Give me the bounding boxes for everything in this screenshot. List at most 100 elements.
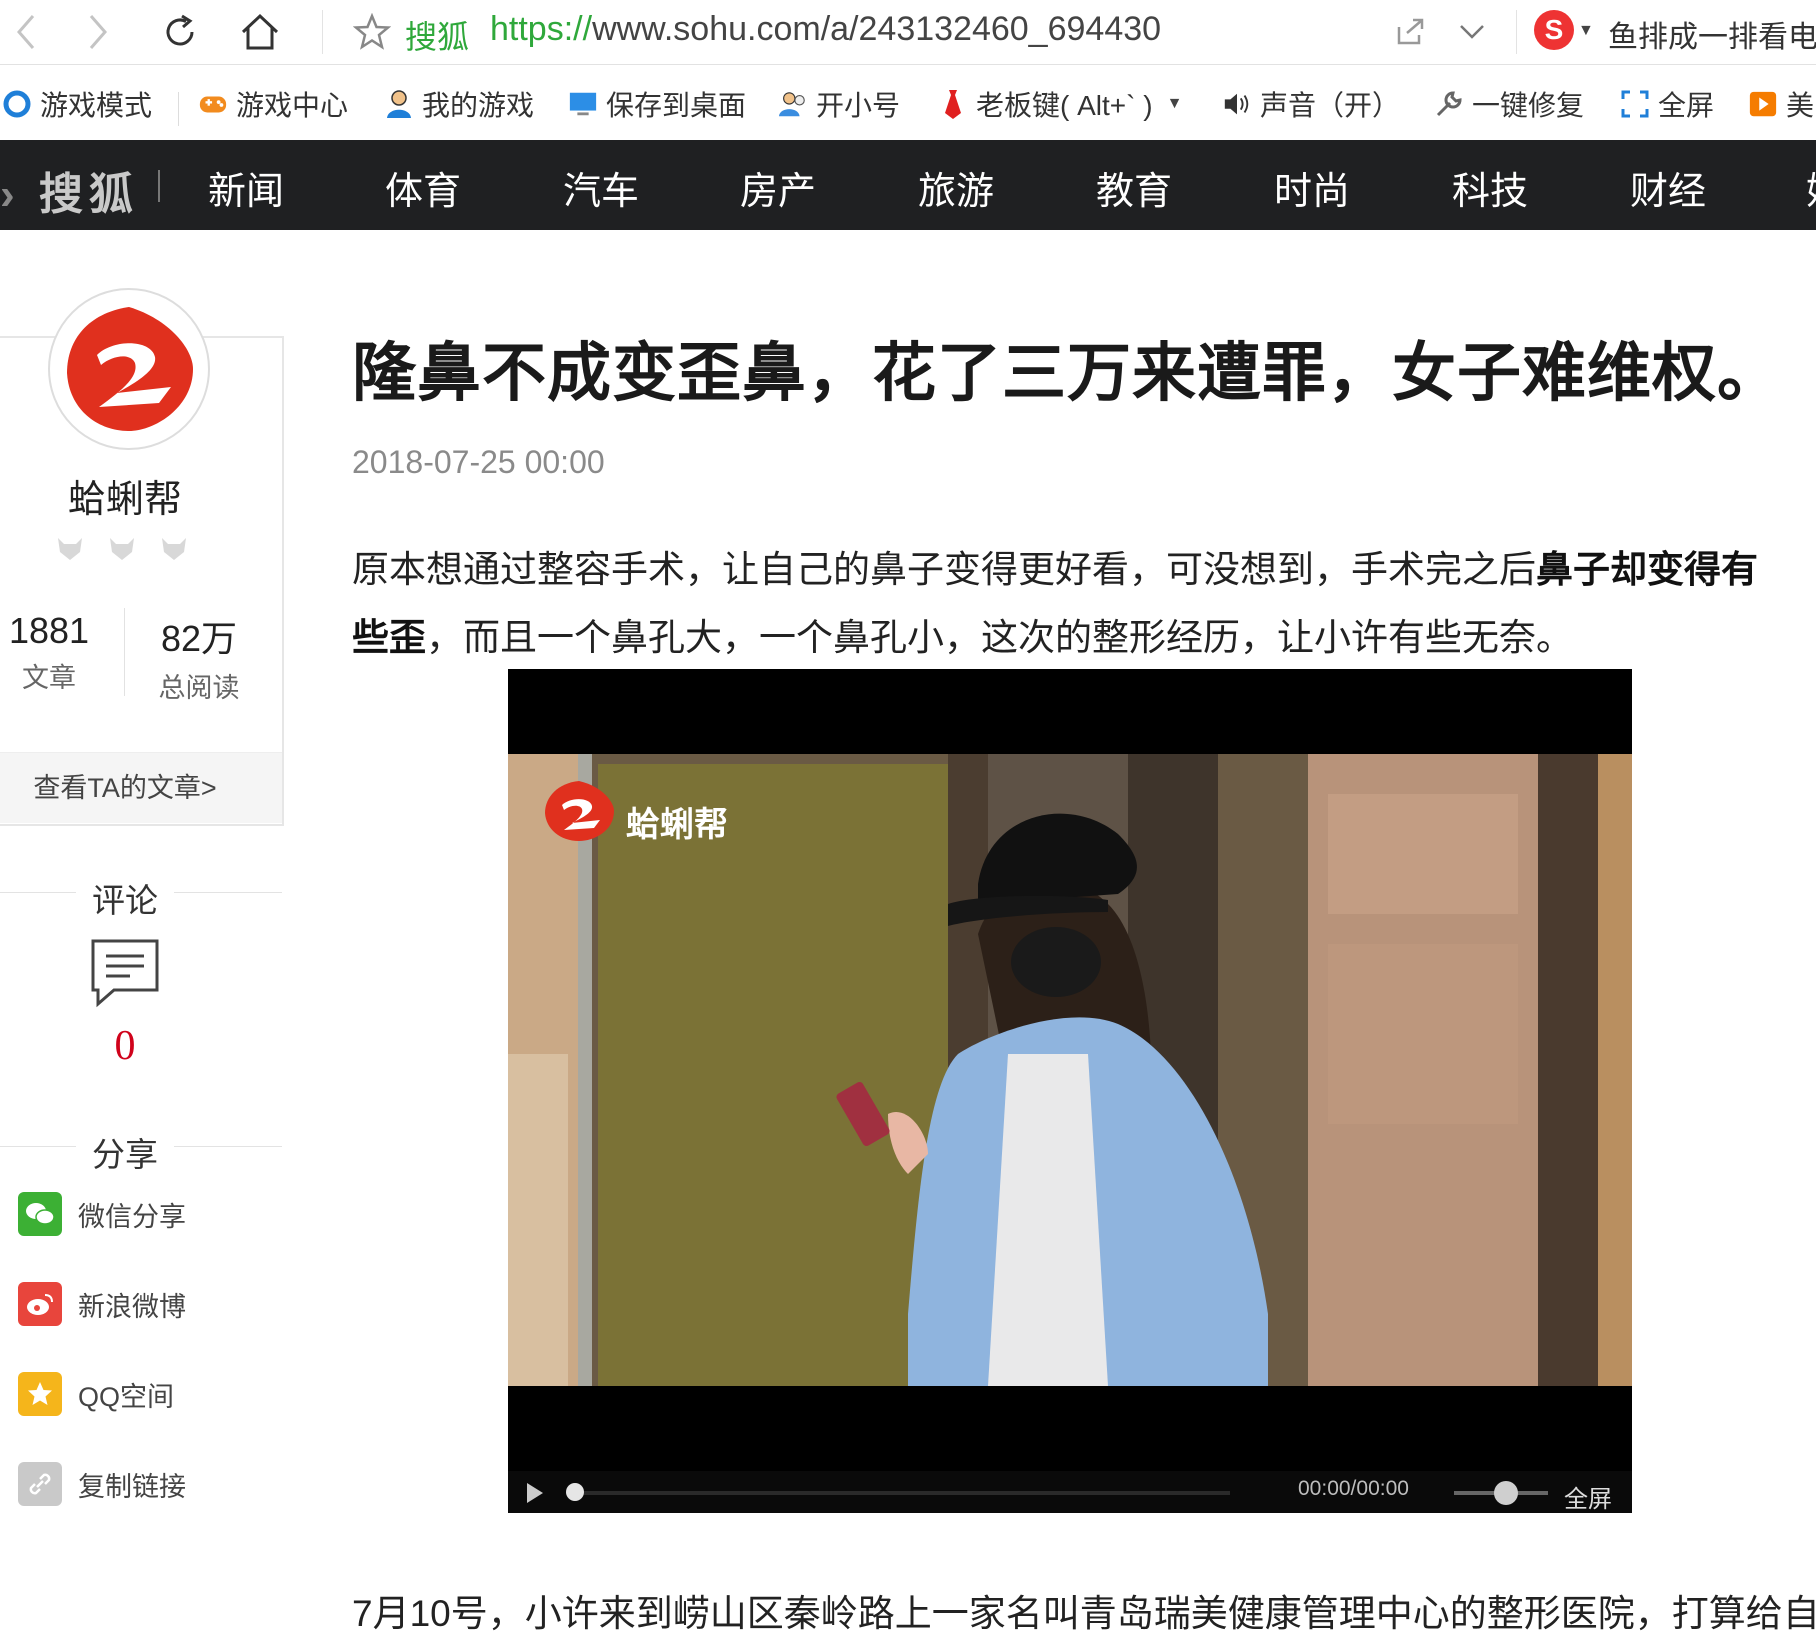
- bookmark-game-center[interactable]: 游戏中心: [198, 84, 348, 124]
- comment-icon[interactable]: [90, 938, 160, 1008]
- nav-fashion[interactable]: 时尚: [1274, 160, 1350, 215]
- article-paragraph-2: 7月10号，小许来到崂山区秦岭路上一家名叫青岛瑞美健康管理中心的整形医院，打算给…: [352, 1593, 1816, 1634]
- bookmark-more[interactable]: 美: [1748, 84, 1814, 124]
- geli-logo-icon: [67, 307, 193, 431]
- boss-key-caret-icon[interactable]: ▼: [1167, 95, 1183, 113]
- user-icon: [384, 89, 414, 119]
- bookmark-save-desktop[interactable]: 保存到桌面: [568, 84, 746, 124]
- dropdown-chevron-icon[interactable]: [1446, 6, 1498, 58]
- nav-auto[interactable]: 汽车: [563, 160, 639, 215]
- video-time: 00:00/00:00: [1298, 1477, 1409, 1500]
- link-icon: [18, 1462, 62, 1506]
- nav-education[interactable]: 教育: [1096, 160, 1172, 215]
- bookmarks-bar: 游戏模式 游戏中心 我的游戏 保存到桌面 开小号 老板键( Alt+` ) ▼ …: [0, 72, 1816, 138]
- nav-sports[interactable]: 体育: [385, 160, 461, 215]
- wrench-icon: [1434, 89, 1464, 119]
- stat-articles[interactable]: 1881 文章: [0, 610, 124, 695]
- video-frame: [508, 754, 1632, 1386]
- nav-tech[interactable]: 科技: [1452, 160, 1528, 215]
- toolbar-divider: [1516, 10, 1517, 54]
- reads-label: 总阅读: [158, 673, 240, 703]
- share-weibo[interactable]: 新浪微博: [18, 1282, 186, 1326]
- weibo-icon: [18, 1282, 62, 1326]
- bookmark-label: 美: [1786, 90, 1815, 121]
- bookmark-label: 一键修复: [1472, 90, 1585, 121]
- author-avatar[interactable]: [48, 288, 210, 450]
- video-watermark: 蛤蜊帮: [626, 806, 728, 844]
- nav-entertainment[interactable]: 娱: [1806, 160, 1816, 215]
- articles-count: 1881: [8, 610, 90, 651]
- gamepad-icon: [198, 89, 228, 119]
- bookmark-divider: [178, 92, 179, 126]
- bookmark-label: 声音（开）: [1260, 90, 1401, 121]
- reads-count: 82万: [160, 618, 238, 659]
- home-button[interactable]: [234, 6, 286, 58]
- volume-knob[interactable]: [1493, 1481, 1518, 1505]
- comment-count[interactable]: 0: [0, 1022, 250, 1070]
- article-title: 隆鼻不成变歪鼻，花了三万来遭罪，女子难维权。: [352, 337, 1782, 409]
- sohu-logo[interactable]: › 搜狐: [0, 158, 139, 222]
- para-text: ，而且一个鼻孔大，一个鼻孔小，这次的整形经历，让小许有些无奈。: [426, 617, 1573, 658]
- comments-title: 评论: [92, 882, 158, 919]
- play-icon[interactable]: [524, 1481, 546, 1505]
- address-bar[interactable]: https://www.sohu.com/a/243132460_694430: [490, 10, 1161, 49]
- video-progress-knob[interactable]: [566, 1483, 584, 1501]
- nav-travel[interactable]: 旅游: [918, 160, 994, 215]
- article-date: 2018-07-25 00:00: [352, 444, 605, 480]
- article-paragraph-1: 原本想通过整容手术，让自己的鼻子变得更好看，可没想到，手术完之后鼻子却变得有些歪…: [352, 536, 1772, 672]
- engine-caret-icon[interactable]: ▼: [1578, 22, 1594, 40]
- view-articles-label: 查看TA的文章>: [33, 773, 217, 803]
- bookmark-label: 游戏模式: [40, 90, 153, 121]
- share-copy-link[interactable]: 复制链接: [18, 1462, 186, 1506]
- bookmark-boss-key[interactable]: 老板键( Alt+` ) ▼: [938, 84, 1182, 124]
- nav-divider: [158, 170, 160, 202]
- nav-news[interactable]: 新闻: [208, 160, 284, 215]
- wechat-icon: [18, 1192, 62, 1236]
- video-logo-icon: [545, 781, 614, 841]
- bookmark-label: 我的游戏: [422, 90, 535, 121]
- star-icon: [18, 1372, 62, 1416]
- bookmark-label: 全屏: [1658, 90, 1715, 121]
- nav-finance[interactable]: 财经: [1630, 160, 1706, 215]
- para-text: 原本想通过整容手术，让自己的鼻子变得更好看，可没想到，手术完之后: [352, 549, 1536, 590]
- wolf-medal-icon: [110, 538, 134, 560]
- share-page-icon[interactable]: [1384, 6, 1436, 58]
- bookmark-label: 保存到桌面: [606, 90, 747, 121]
- video-progress-track[interactable]: [570, 1491, 1230, 1495]
- fullscreen-button[interactable]: 全屏: [1564, 1479, 1612, 1514]
- share-wechat[interactable]: 微信分享: [18, 1192, 186, 1236]
- articles-label: 文章: [22, 663, 76, 693]
- nav-realestate[interactable]: 房产: [740, 160, 816, 215]
- bookmark-repair[interactable]: 一键修复: [1434, 84, 1584, 124]
- favorite-star-icon[interactable]: [346, 6, 398, 58]
- bookmark-sound[interactable]: 声音（开）: [1222, 84, 1400, 124]
- wolf-medal-icon: [58, 538, 82, 560]
- view-articles-link[interactable]: 查看TA的文章>: [0, 752, 282, 823]
- back-button[interactable]: [0, 6, 52, 58]
- fullscreen-icon: [1620, 89, 1650, 119]
- bookmark-label: 开小号: [816, 90, 901, 121]
- wolf-medal-icon: [162, 538, 186, 560]
- sogou-search-engine-icon[interactable]: S: [1534, 10, 1574, 50]
- refresh-button[interactable]: [154, 6, 206, 58]
- share-label: QQ空间: [78, 1381, 175, 1412]
- play-icon: [1748, 89, 1778, 119]
- video-player[interactable]: [508, 669, 1632, 1513]
- author-name[interactable]: 蛤蜊帮: [0, 468, 250, 523]
- bookmark-label: 游戏中心: [236, 90, 349, 121]
- toolbar-divider: [322, 10, 323, 54]
- forward-button[interactable]: [72, 6, 124, 58]
- browser-toolbar: 搜狐 https://www.sohu.com/a/243132460_6944…: [0, 0, 1816, 65]
- author-medals: [54, 532, 190, 564]
- url-protocol: https://: [490, 10, 593, 48]
- site-nav: › 搜狐 新闻 体育 汽车 房产 旅游 教育 时尚 科技 财经 娱: [0, 140, 1816, 230]
- bookmark-game-mode[interactable]: 游戏模式: [2, 84, 152, 124]
- bookmark-label: 老板键( Alt+` ): [976, 90, 1153, 121]
- ie-icon: [2, 89, 32, 119]
- share-label: 新浪微博: [78, 1291, 186, 1322]
- share-qzone[interactable]: QQ空间: [18, 1372, 174, 1416]
- bookmark-my-games[interactable]: 我的游戏: [384, 84, 534, 124]
- search-box[interactable]: 鱼排成一排看电视: [1608, 12, 1816, 56]
- bookmark-fullscreen[interactable]: 全屏: [1620, 84, 1714, 124]
- bookmark-alt-account[interactable]: 开小号: [778, 84, 900, 124]
